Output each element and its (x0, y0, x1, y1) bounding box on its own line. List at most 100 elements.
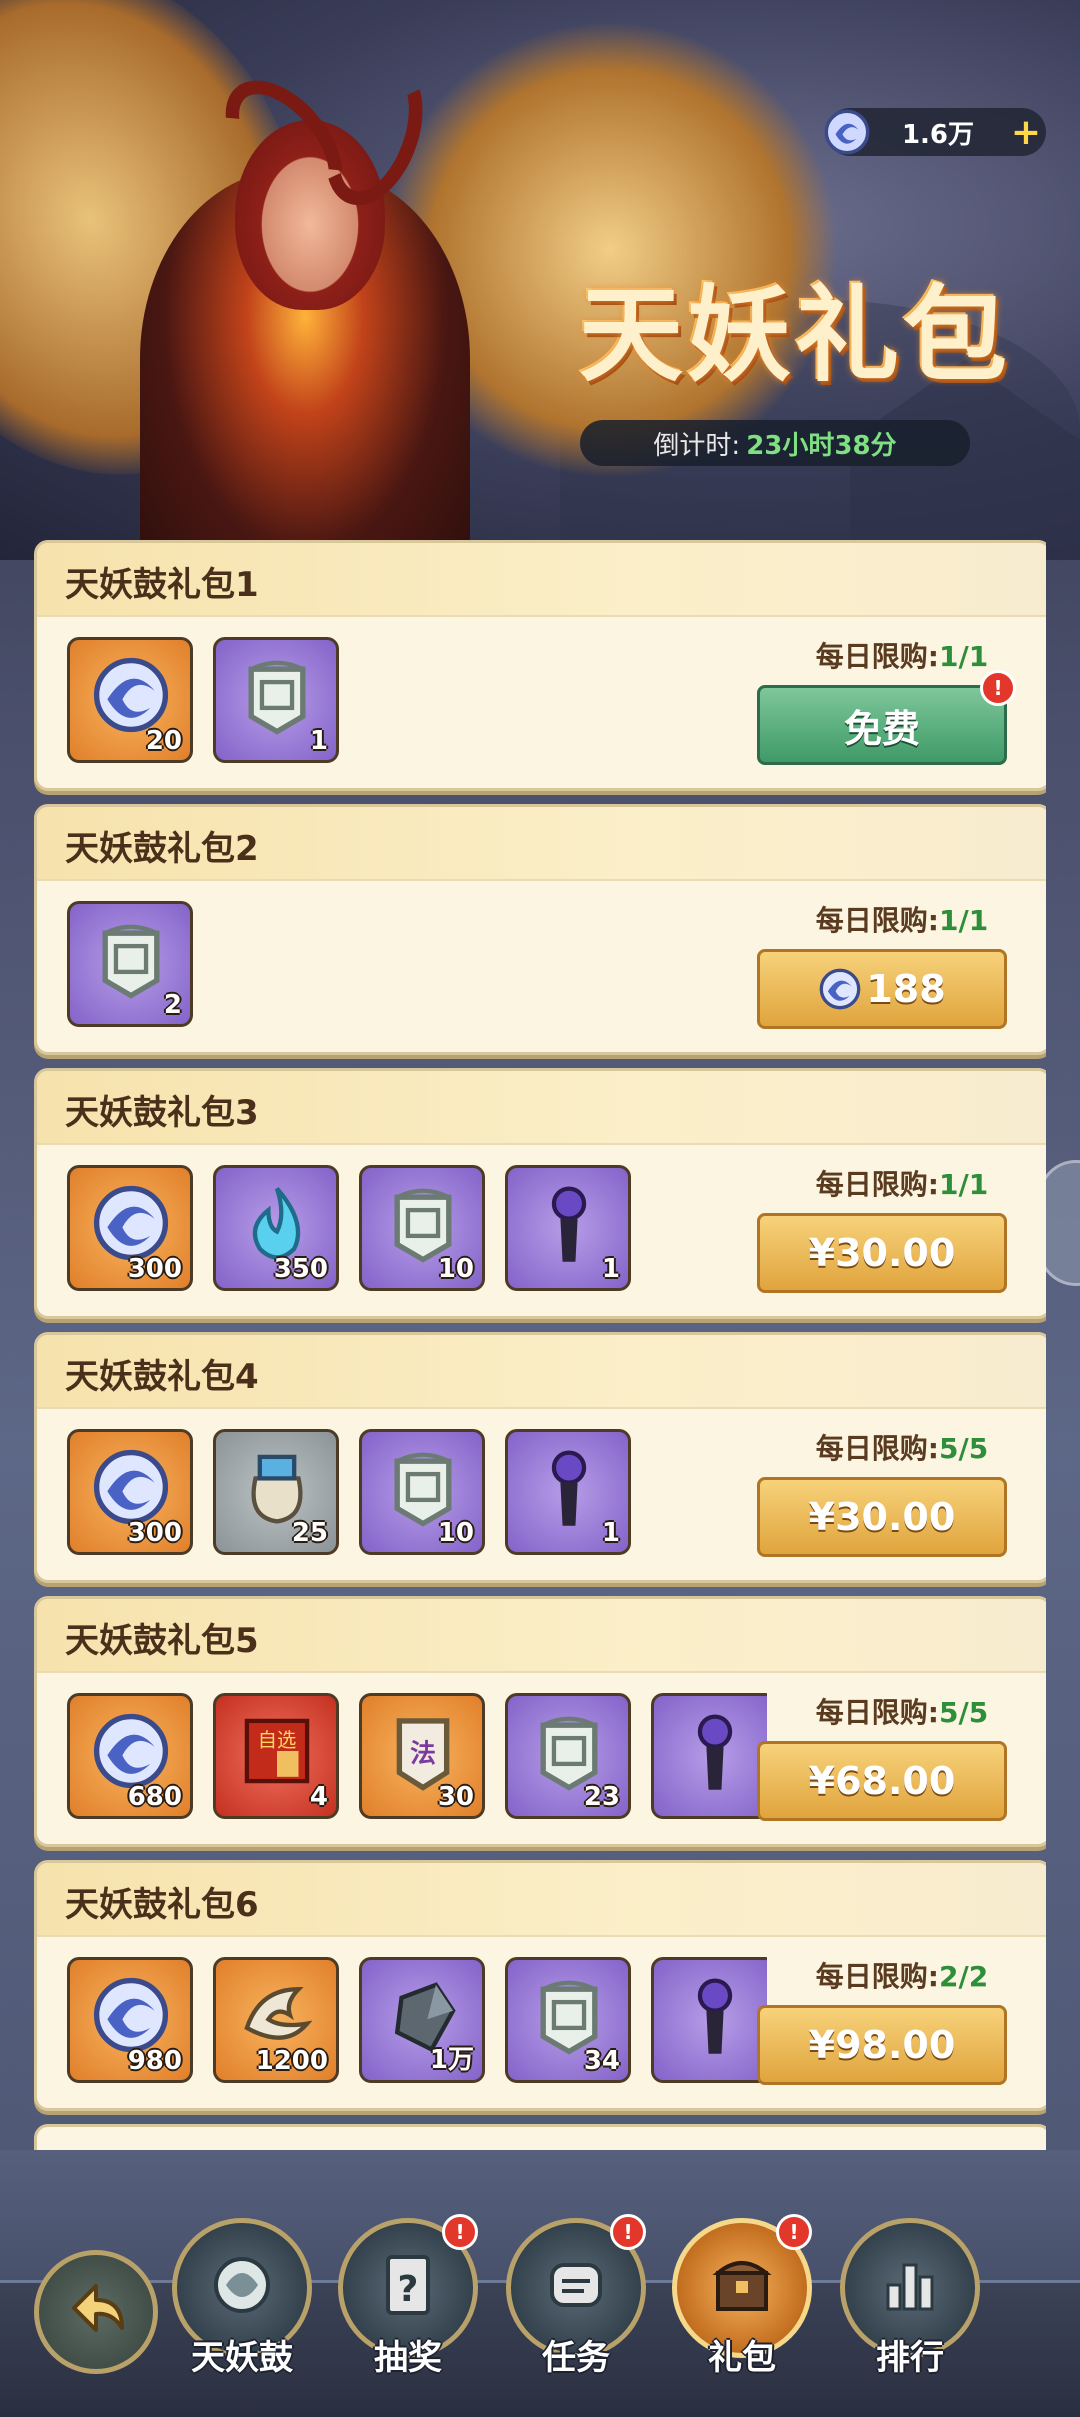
pack-card: 天妖鼓礼包3 300 350 10 1 每日限购:1/1 ¥30.00 (34, 1068, 1046, 1319)
reward-item[interactable]: 300 (67, 1429, 193, 1555)
selection-box-icon: 自选 (234, 1708, 320, 1794)
price-label: ¥30.00 (808, 1495, 956, 1539)
nav-label: 排行 (876, 2338, 944, 2378)
reward-item[interactable]: 1 (213, 637, 339, 763)
item-count: 980 (127, 2046, 182, 2076)
buy-button[interactable]: ¥68.00 (757, 1741, 1007, 1821)
pack-items: 680 自选 4 法 30 23 (67, 1693, 767, 1829)
daily-limit-label: 每日限购: (815, 1696, 939, 1729)
svg-text:?: ? (398, 2269, 419, 2310)
nav-label: 天妖鼓 (191, 2338, 293, 2378)
daily-limit-value: 2/2 (939, 1960, 989, 1993)
add-currency-button[interactable]: + (1006, 112, 1046, 153)
treasure-chest-icon (702, 2245, 782, 2329)
pack-card-partial (34, 2124, 1046, 2150)
price-label: ¥30.00 (808, 1231, 956, 1275)
price-label: ¥68.00 (808, 1759, 956, 1803)
purple-gem-icon (526, 1444, 612, 1530)
reward-item[interactable]: 2 (67, 901, 193, 1027)
drum-icon (202, 2245, 282, 2329)
buy-button[interactable]: 188 (757, 949, 1007, 1029)
svg-text:自选: 自选 (258, 1729, 297, 1752)
pack-items: 980 1200 1万 34 (67, 1957, 767, 2093)
buy-button[interactable]: ¥98.00 (757, 2005, 1007, 2085)
pack-items: 300 25 10 1 (67, 1429, 767, 1565)
reward-item[interactable]: 自选 4 (213, 1693, 339, 1819)
pack-header: 天妖鼓礼包2 (37, 807, 1046, 881)
item-count: 20 (145, 726, 182, 756)
item-count: 10 (437, 1254, 474, 1284)
reward-item[interactable]: 法 30 (359, 1693, 485, 1819)
reward-item[interactable]: 25 (213, 1429, 339, 1555)
item-count: 1万 (429, 2045, 474, 2075)
pack-items: 2 (67, 901, 767, 1037)
back-button[interactable] (34, 2250, 158, 2374)
reward-item[interactable]: 10 (359, 1429, 485, 1555)
price-label: 免费 (843, 706, 920, 751)
back-arrow-icon (72, 2284, 124, 2332)
reward-item[interactable]: 1 (505, 1165, 631, 1291)
pack-header: 天妖鼓礼包1 (37, 543, 1046, 617)
daily-limit-label: 每日限购: (815, 1168, 939, 1201)
item-count: 1 (309, 726, 328, 756)
daily-limit-value: 5/5 (939, 1696, 989, 1729)
daily-limit-value: 5/5 (939, 1432, 989, 1465)
ranking-icon (870, 2245, 950, 2329)
daily-limit: 每日限购:1/1 (777, 899, 1027, 939)
nav-label: 任务 (542, 2338, 610, 2378)
pack-card: 天妖鼓礼包6 980 1200 1万 34 每日限购:2/2 ¥98.00 (34, 1860, 1046, 2111)
item-count: 2 (163, 990, 182, 1020)
price-label: 188 (866, 967, 946, 1011)
reward-item[interactable]: 10 (359, 1165, 485, 1291)
pack-list[interactable]: 天妖鼓礼包1 20 1 每日限购:1/1 免费! 天妖鼓礼包2 2 每日限购:1/1 188 天妖… (34, 540, 1046, 2150)
item-count: 1200 (255, 2046, 328, 2076)
pack-name: 天妖鼓礼包6 (65, 1885, 259, 1925)
scroll-question-icon: ? (368, 2245, 448, 2329)
daily-limit-value: 1/1 (939, 640, 989, 673)
item-count: 1 (601, 1254, 620, 1284)
countdown-label: 倒计时: (653, 430, 741, 461)
item-count: 680 (127, 1782, 182, 1812)
pack-card: 天妖鼓礼包1 20 1 每日限购:1/1 免费! (34, 540, 1046, 791)
daily-limit: 每日限购:2/2 (777, 1955, 1027, 1995)
pack-name: 天妖鼓礼包2 (65, 829, 259, 869)
pack-header: 天妖鼓礼包3 (37, 1071, 1046, 1145)
reward-item[interactable]: 34 (505, 1957, 631, 2083)
reward-item[interactable] (651, 1693, 767, 1819)
reward-item[interactable]: 350 (213, 1165, 339, 1291)
pack-name: 天妖鼓礼包4 (65, 1357, 259, 1397)
reward-item[interactable]: 980 (67, 1957, 193, 2083)
countdown-timer: 倒计时: 23小时38分 (580, 420, 970, 466)
nav-label: 礼包 (708, 2338, 776, 2378)
alert-badge: ! (776, 2214, 812, 2250)
reward-item[interactable]: 20 (67, 637, 193, 763)
banner-title: 天妖礼包 (578, 273, 1011, 396)
daily-limit: 每日限购:1/1 (777, 1163, 1027, 1203)
purple-gem-icon (672, 1708, 758, 1794)
reward-item[interactable]: 1 (505, 1429, 631, 1555)
claim-free-button[interactable]: 免费 (757, 685, 1007, 765)
reward-item[interactable]: 1200 (213, 1957, 339, 2083)
svg-text:法: 法 (410, 1739, 436, 1769)
reward-item[interactable]: 1万 (359, 1957, 485, 2083)
item-count: 23 (583, 1782, 620, 1812)
pack-card: 天妖鼓礼包4 300 25 10 1 每日限购:5/5 ¥30.00 (34, 1332, 1046, 1583)
item-count: 30 (437, 1782, 474, 1812)
daily-limit-label: 每日限购: (815, 904, 939, 937)
item-count: 25 (291, 1518, 328, 1548)
buy-button[interactable]: ¥30.00 (757, 1213, 1007, 1293)
item-count: 10 (437, 1518, 474, 1548)
tianyao-token-icon (234, 652, 320, 738)
reward-item[interactable]: 680 (67, 1693, 193, 1819)
pack-name: 天妖鼓礼包3 (65, 1093, 259, 1133)
currency-display: 1.6万 + (824, 108, 1046, 156)
reward-item[interactable]: 23 (505, 1693, 631, 1819)
buy-button[interactable]: ¥30.00 (757, 1477, 1007, 1557)
pack-items: 300 350 10 1 (67, 1165, 767, 1301)
reward-item[interactable] (651, 1957, 767, 2083)
pack-card: 天妖鼓礼包2 2 每日限购:1/1 188 (34, 804, 1046, 1055)
reward-item[interactable]: 300 (67, 1165, 193, 1291)
alert-badge: ! (442, 2214, 478, 2250)
item-count: 1 (601, 1518, 620, 1548)
pack-items: 20 1 (67, 637, 767, 773)
